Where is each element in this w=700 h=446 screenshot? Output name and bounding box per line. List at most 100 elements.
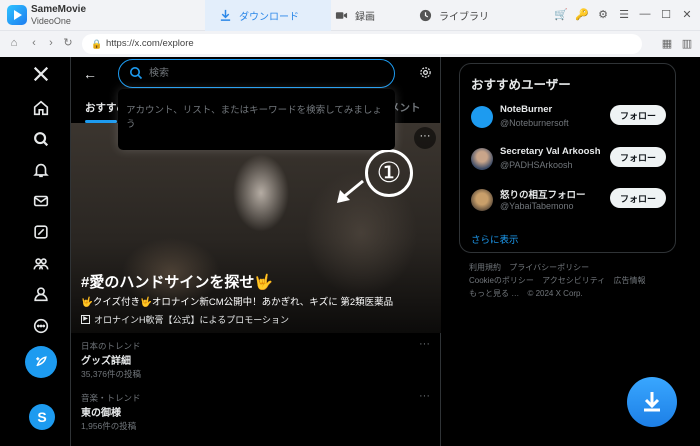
settings-icon[interactable] (419, 66, 432, 79)
tab-library-label: ライブラリ (439, 12, 489, 23)
url-text: https://x.com/explore (106, 38, 194, 49)
profile-icon[interactable] (30, 283, 52, 305)
clock-icon (419, 9, 432, 22)
app-logo-icon (7, 5, 27, 25)
app-subtitle: VideoOne (31, 16, 71, 26)
footer-link[interactable]: もっと見る … (469, 289, 519, 298)
suggested-user[interactable]: Secretary Val Arkoosh @PADHSArkoosh フォロー (460, 143, 675, 181)
step-annotation: ① (365, 149, 413, 197)
user-name: 怒りの相互フォロー (500, 190, 586, 201)
who-to-follow: おすすめユーザー NoteBurner @Noteburnersoft フォロー… (459, 63, 676, 253)
promotion-label: ▶ オロナインH軟膏【公式】によるプロモーション (81, 313, 289, 326)
home-icon[interactable]: ⌂ (7, 36, 21, 50)
suggested-user[interactable]: 怒りの相互フォロー @YabaiTabemono フォロー (460, 184, 675, 222)
trend-item[interactable]: 音楽・トレンド 東の御様 1,956件の投稿 ··· (71, 385, 441, 434)
tab-download-label: ダウンロード (239, 12, 299, 23)
reload-icon[interactable]: ↻ (61, 36, 75, 50)
promoted-icon: ▶ (81, 315, 90, 324)
explore-column: ← おすすめ メント アカウント、リスト、またはキーワードを検索してみましょう … (70, 57, 441, 446)
post-button[interactable] (25, 346, 57, 378)
follow-button[interactable]: フォロー (610, 188, 666, 208)
panel-icon[interactable]: ▥ (679, 36, 695, 52)
more-options-icon[interactable]: ··· (414, 127, 436, 149)
key-icon[interactable]: 🔑 (575, 6, 589, 22)
copyright: © 2024 X Corp. (527, 289, 583, 298)
footer-link[interactable]: Cookieのポリシー (469, 276, 534, 285)
minimize-icon[interactable]: — (638, 6, 652, 22)
tab-record[interactable]: 録画 (321, 0, 389, 31)
who-to-follow-title: おすすめユーザー (471, 78, 571, 92)
trend-category: 日本のトレンド (81, 341, 141, 351)
back-arrow-icon[interactable]: ← (83, 66, 97, 82)
close-icon[interactable]: ✕ (680, 6, 694, 22)
show-more-link[interactable]: さらに表示 (471, 232, 519, 246)
mail-icon[interactable] (30, 190, 52, 212)
communities-icon[interactable] (30, 253, 52, 275)
maximize-icon[interactable]: ☐ (659, 6, 673, 22)
footer-link[interactable]: 広告情報 (614, 276, 646, 285)
user-name: NoteBurner (500, 104, 553, 115)
home-nav-icon[interactable] (30, 97, 52, 119)
annotation-arrow-icon (337, 179, 364, 203)
back-icon[interactable]: ‹ (27, 36, 41, 50)
footer-link[interactable]: アクセシビリティ (542, 276, 605, 285)
trend-more-icon[interactable]: ··· (419, 390, 430, 402)
window-controls: 🛒 🔑 ⚙ ☰ — ☐ ✕ (554, 6, 694, 22)
forward-icon[interactable]: › (44, 36, 58, 50)
trend-count: 35,376件の投稿 (81, 369, 141, 379)
search-icon (130, 67, 143, 80)
grok-icon[interactable] (30, 221, 52, 243)
avatar (471, 106, 493, 128)
account-avatar[interactable]: S (29, 404, 55, 430)
address-bar: ⌂ ‹ › ↻ 🔒 https://x.com/explore ▦ ▥ (0, 31, 700, 57)
download-icon (220, 9, 231, 21)
download-arrow-icon (644, 392, 660, 412)
trend-count: 1,956件の投稿 (81, 421, 137, 431)
footer-link[interactable]: 利用規約 (469, 263, 501, 272)
menu-icon[interactable]: ☰ (617, 6, 631, 22)
feather-plus-icon (36, 356, 47, 367)
search-input[interactable] (149, 64, 379, 82)
lock-icon: 🔒 (91, 39, 103, 49)
more-circle-icon[interactable] (30, 315, 52, 337)
download-fab-button[interactable] (627, 377, 677, 427)
tab-download[interactable]: ダウンロード (205, 0, 331, 31)
promotion-text: オロナインH軟膏【公式】によるプロモーション (94, 315, 290, 325)
hero-title: #愛のハンドサインを探せ🤟 (81, 274, 274, 291)
avatar (471, 189, 493, 211)
footer-links: 利用規約 プライバシーポリシー Cookieのポリシー アクセシビリティ 広告情… (469, 261, 679, 300)
user-handle: @Noteburnersoft (500, 118, 569, 128)
grid-view-icon[interactable]: ▦ (659, 36, 675, 52)
x-sidebar: S (0, 57, 70, 446)
cart-icon[interactable]: 🛒 (554, 6, 568, 22)
url-input[interactable]: 🔒 https://x.com/explore (82, 34, 642, 54)
app-titlebar: SameMovie VideoOne ダウンロード 録画 ライブラリ 🛒 🔑 ⚙… (0, 0, 700, 31)
promoted-trend-card[interactable]: ··· ① #愛のハンドサインを探せ🤟 🤟クイズ付き🤟オロナイン新CM公開中！あ… (71, 123, 441, 333)
user-name: Secretary Val Arkoosh (500, 146, 601, 157)
user-handle: @PADHSArkoosh (500, 160, 573, 170)
search-box[interactable] (118, 59, 395, 88)
trend-category: 音楽・トレンド (81, 393, 141, 403)
search-hint-text: アカウント、リスト、またはキーワードを検索してみましょう (126, 105, 382, 130)
hero-description: 🤟クイズ付き🤟オロナイン新CM公開中！あかぎれ、キズに 第2類医薬品 (81, 297, 394, 308)
footer-link[interactable]: プライバシーポリシー (509, 263, 589, 272)
tab-library[interactable]: ライブラリ (405, 0, 503, 31)
trend-item[interactable]: 日本のトレンド グッズ詳細 35,376件の投稿 ··· (71, 333, 441, 382)
search-nav-icon[interactable] (30, 128, 52, 150)
suggested-user[interactable]: NoteBurner @Noteburnersoft フォロー (460, 101, 675, 139)
follow-button[interactable]: フォロー (610, 147, 666, 167)
trend-more-icon[interactable]: ··· (419, 338, 430, 350)
web-content: S ← おすすめ メント アカウント、リスト、またはキーワードを検索してみましょ… (0, 57, 700, 446)
bell-icon[interactable] (30, 159, 52, 181)
gear-icon[interactable]: ⚙ (596, 6, 610, 22)
trend-name: 東の御様 (81, 408, 121, 419)
trend-name: グッズ詳細 (81, 356, 131, 367)
user-handle: @YabaiTabemono (500, 201, 574, 211)
follow-button[interactable]: フォロー (610, 105, 666, 125)
video-camera-icon (335, 12, 348, 19)
avatar (471, 148, 493, 170)
app-name: SameMovie (31, 4, 87, 15)
x-logo-icon[interactable] (30, 63, 52, 85)
tab-record-label: 録画 (355, 12, 375, 23)
search-dropdown: アカウント、リスト、またはキーワードを検索してみましょう (118, 89, 395, 150)
